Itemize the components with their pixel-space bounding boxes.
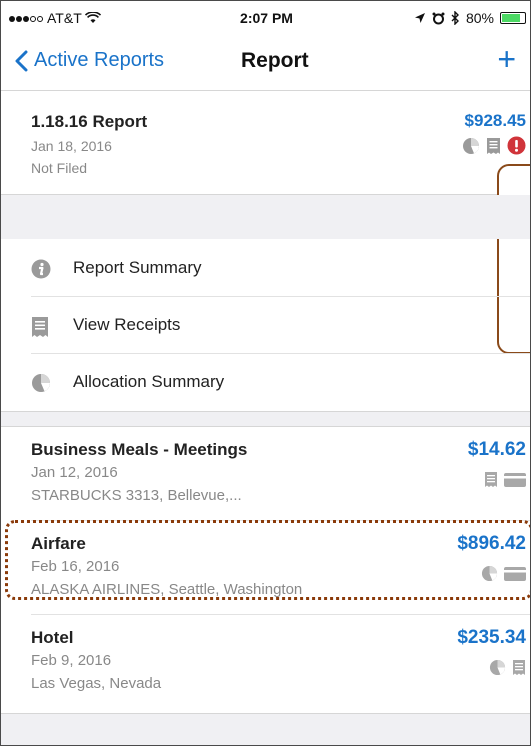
menu-item-allocation-summary[interactable]: Allocation Summary (1, 353, 530, 410)
menu-item-report-summary[interactable]: Report Summary (1, 239, 530, 296)
battery-percent: 80% (465, 10, 494, 26)
allocation-icon (32, 374, 51, 392)
location-icon (414, 13, 425, 23)
nav-bar: Active Reports Report + (1, 35, 530, 91)
allocation-icon (489, 659, 506, 676)
section-spacer (1, 195, 530, 239)
report-amount: $928.45 (464, 111, 526, 130)
alert-icon (507, 136, 526, 155)
airfare-highlight-outline (5, 520, 530, 600)
page-title: Report (241, 49, 309, 72)
status-right: 80% (414, 10, 526, 26)
app-frame: AT&T 2:07 PM 80% Active Reports Report +… (0, 0, 531, 746)
expense-amount: $14.62 (467, 439, 526, 460)
back-label: Active Reports (34, 49, 165, 71)
menu-item-label: View Receipts (73, 315, 181, 334)
receipt-icon (487, 137, 500, 154)
expense-icons (484, 471, 526, 488)
menu-item-view-receipts[interactable]: View Receipts (1, 296, 530, 353)
receipt-icon (513, 660, 525, 675)
expense-row-hotel[interactable]: Hotel Feb 9, 2016 Las Vegas, Nevada $235… (1, 615, 530, 709)
expense-title: Business Meals - Meetings (31, 440, 248, 459)
report-status: Not Filed (31, 160, 88, 176)
receipt-icon (32, 317, 48, 337)
expense-row-business-meals[interactable]: Business Meals - Meetings Jan 12, 2016 S… (1, 427, 530, 521)
allocation-icon (463, 137, 479, 154)
battery-icon (500, 12, 526, 24)
expense-merchant: Las Vegas, Nevada (31, 675, 162, 692)
report-header[interactable]: 1.18.16 Report Jan 18, 2016 Not Filed $9… (1, 91, 530, 195)
back-button[interactable]: Active Reports (15, 49, 164, 72)
status-bar: AT&T 2:07 PM 80% (1, 1, 530, 35)
expense-date: Jan 12, 2016 (31, 464, 118, 481)
card-icon (504, 472, 526, 487)
bluetooth-icon (451, 11, 459, 25)
bottom-spacer (1, 713, 530, 745)
section-spacer (1, 411, 530, 427)
add-button[interactable]: + (497, 43, 516, 75)
info-icon (31, 259, 51, 279)
report-name: 1.18.16 Report (31, 112, 148, 131)
report-icons (462, 136, 526, 155)
alarm-icon (432, 12, 445, 24)
expense-date: Feb 9, 2016 (31, 652, 112, 669)
expense-title: Hotel (31, 628, 74, 647)
menu-item-label: Report Summary (73, 258, 202, 277)
receipt-icon (485, 472, 497, 487)
expense-amount: $235.34 (457, 627, 526, 648)
report-menu: Report Summary View Receipts Allocation … (1, 239, 530, 411)
chevron-left-icon (15, 50, 28, 71)
menu-item-label: Allocation Summary (73, 372, 225, 391)
expense-merchant: STARBUCKS 3313, Bellevue,... (31, 487, 242, 504)
report-date: Jan 18, 2016 (31, 138, 112, 154)
expense-icons (489, 659, 526, 676)
